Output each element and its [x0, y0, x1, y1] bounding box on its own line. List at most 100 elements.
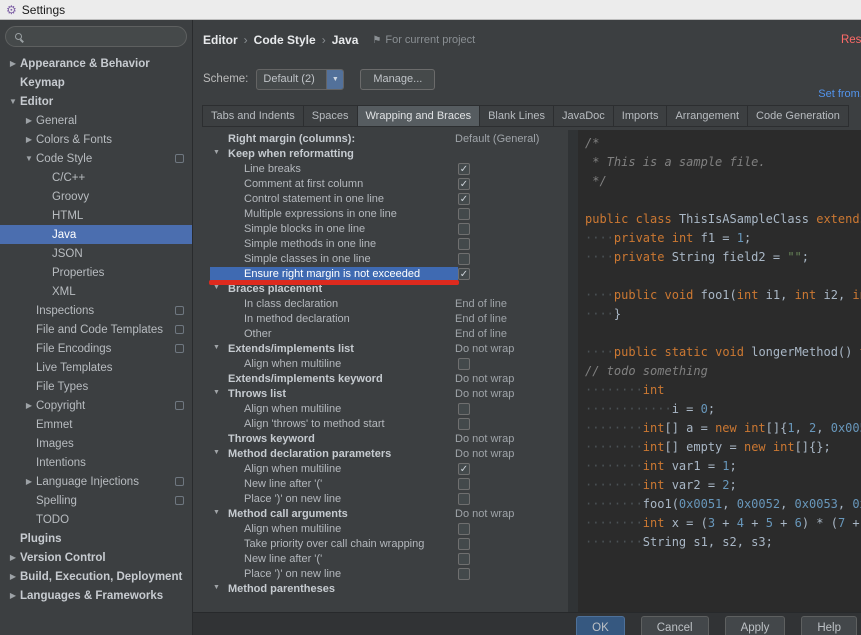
setting-row-other[interactable]: OtherEnd of line — [193, 327, 578, 342]
chevron-right-icon[interactable]: ▶ — [22, 477, 36, 486]
checkbox-new-line-after[interactable] — [458, 478, 470, 490]
checkbox-take-priority-over-call-chain-wrapping[interactable] — [458, 538, 470, 550]
manage-button[interactable]: Manage... — [360, 69, 435, 90]
setting-row-align-when-multiline[interactable]: Align when multiline — [193, 402, 578, 417]
chevron-down-icon[interactable]: ▼ — [326, 70, 343, 89]
setting-row-new-line-after[interactable]: New line after '(' — [193, 552, 578, 567]
sidebar-item-c-c[interactable]: C/C++ — [0, 168, 192, 187]
setting-row-simple-blocks-in-one-line[interactable]: Simple blocks in one line — [193, 222, 578, 237]
chevron-down-icon[interactable]: ▼ — [213, 509, 220, 516]
chevron-down-icon[interactable]: ▼ — [22, 154, 36, 163]
setting-row-in-class-declaration[interactable]: In class declarationEnd of line — [193, 297, 578, 312]
value-throws-list[interactable]: Do not wrap — [455, 388, 514, 400]
ok-button[interactable]: OK — [576, 616, 625, 635]
sidebar-item-build-execution-deployment[interactable]: ▶Build, Execution, Deployment — [0, 567, 192, 586]
checkbox-align-throws-to-method-start[interactable] — [458, 418, 470, 430]
tab-blank-lines[interactable]: Blank Lines — [479, 105, 554, 127]
setting-row-simple-methods-in-one-line[interactable]: Simple methods in one line — [193, 237, 578, 252]
setting-row-right-margin-columns[interactable]: Right margin (columns):Default (General) — [193, 132, 578, 147]
sidebar-item-plugins[interactable]: Plugins — [0, 529, 192, 548]
checkbox-place-on-new-line[interactable] — [458, 568, 470, 580]
sidebar-item-emmet[interactable]: Emmet — [0, 415, 192, 434]
tab-wrapping-and-braces[interactable]: Wrapping and Braces — [357, 105, 481, 127]
sidebar-item-intentions[interactable]: Intentions — [0, 453, 192, 472]
setting-row-align-when-multiline[interactable]: Align when multiline — [193, 357, 578, 372]
help-button[interactable]: Help — [801, 616, 857, 635]
setting-row-place-on-new-line[interactable]: Place ')' on new line — [193, 567, 578, 582]
chevron-right-icon[interactable]: ▶ — [22, 116, 36, 125]
setting-row-control-statement-in-one-line[interactable]: Control statement in one line✓ — [193, 192, 578, 207]
chevron-down-icon[interactable]: ▼ — [213, 149, 220, 156]
sidebar-item-code-style[interactable]: ▼Code Style — [0, 149, 192, 168]
checkbox-place-on-new-line[interactable] — [458, 493, 470, 505]
setting-row-new-line-after[interactable]: New line after '(' — [193, 477, 578, 492]
value-other[interactable]: End of line — [455, 328, 507, 340]
sidebar-item-copyright[interactable]: ▶Copyright — [0, 396, 192, 415]
checkbox-line-breaks[interactable]: ✓ — [458, 163, 470, 175]
chevron-right-icon[interactable]: ▶ — [6, 553, 20, 562]
chevron-right-icon[interactable]: ▶ — [22, 135, 36, 144]
tab-imports[interactable]: Imports — [613, 105, 668, 127]
value-method-call-arguments[interactable]: Do not wrap — [455, 508, 514, 520]
sidebar-item-file-and-code-templates[interactable]: File and Code Templates — [0, 320, 192, 339]
scheme-dropdown[interactable]: Default (2) ▼ — [256, 69, 344, 90]
setting-row-method-call-arguments[interactable]: ▼Method call argumentsDo not wrap — [193, 507, 578, 522]
chevron-down-icon[interactable]: ▼ — [213, 284, 220, 291]
setting-row-align-when-multiline[interactable]: Align when multiline✓ — [193, 462, 578, 477]
sidebar-item-groovy[interactable]: Groovy — [0, 187, 192, 206]
search-input[interactable] — [28, 30, 177, 44]
setting-row-multiple-expressions-in-one-line[interactable]: Multiple expressions in one line — [193, 207, 578, 222]
checkbox-align-when-multiline[interactable] — [458, 358, 470, 370]
sidebar-item-language-injections[interactable]: ▶Language Injections — [0, 472, 192, 491]
value-in-method-declaration[interactable]: End of line — [455, 313, 507, 325]
sidebar-item-languages-frameworks[interactable]: ▶Languages & Frameworks — [0, 586, 192, 605]
setting-row-comment-at-first-column[interactable]: Comment at first column✓ — [193, 177, 578, 192]
chevron-right-icon[interactable]: ▶ — [6, 59, 20, 68]
setting-row-extends-implements-keyword[interactable]: Extends/implements keywordDo not wrap — [193, 372, 578, 387]
sidebar-item-file-types[interactable]: File Types — [0, 377, 192, 396]
chevron-down-icon[interactable]: ▼ — [213, 389, 220, 396]
checkbox-new-line-after[interactable] — [458, 553, 470, 565]
value-right-margin-columns[interactable]: Default (General) — [455, 133, 539, 145]
setting-row-throws-list[interactable]: ▼Throws listDo not wrap — [193, 387, 578, 402]
setting-row-align-when-multiline[interactable]: Align when multiline — [193, 522, 578, 537]
sidebar-item-spelling[interactable]: Spelling — [0, 491, 192, 510]
sidebar-item-live-templates[interactable]: Live Templates — [0, 358, 192, 377]
checkbox-comment-at-first-column[interactable]: ✓ — [458, 178, 470, 190]
checkbox-simple-methods-in-one-line[interactable] — [458, 238, 470, 250]
chevron-right-icon[interactable]: ▶ — [6, 591, 20, 600]
setting-row-throws-keyword[interactable]: Throws keywordDo not wrap — [193, 432, 578, 447]
cancel-button[interactable]: Cancel — [641, 616, 709, 635]
tab-code-generation[interactable]: Code Generation — [747, 105, 849, 127]
checkbox-control-statement-in-one-line[interactable]: ✓ — [458, 193, 470, 205]
tab-javadoc[interactable]: JavaDoc — [553, 105, 614, 127]
sidebar-item-xml[interactable]: XML — [0, 282, 192, 301]
setting-row-method-parentheses[interactable]: ▼Method parentheses — [193, 582, 578, 597]
setting-row-take-priority-over-call-chain-wrapping[interactable]: Take priority over call chain wrapping — [193, 537, 578, 552]
checkbox-multiple-expressions-in-one-line[interactable] — [458, 208, 470, 220]
value-in-class-declaration[interactable]: End of line — [455, 298, 507, 310]
sidebar-item-file-encodings[interactable]: File Encodings — [0, 339, 192, 358]
sidebar-item-properties[interactable]: Properties — [0, 263, 192, 282]
checkbox-simple-blocks-in-one-line[interactable] — [458, 223, 470, 235]
tab-tabs-and-indents[interactable]: Tabs and Indents — [202, 105, 304, 127]
sidebar-item-keymap[interactable]: Keymap — [0, 73, 192, 92]
setting-row-line-breaks[interactable]: Line breaks✓ — [193, 162, 578, 177]
chevron-right-icon[interactable]: ▶ — [6, 572, 20, 581]
setting-row-keep-when-reformatting[interactable]: ▼Keep when reformatting — [193, 147, 578, 162]
checkbox-align-when-multiline[interactable]: ✓ — [458, 463, 470, 475]
checkbox-simple-classes-in-one-line[interactable] — [458, 253, 470, 265]
setting-row-extends-implements-list[interactable]: ▼Extends/implements listDo not wrap — [193, 342, 578, 357]
titlebar[interactable]: ⚙ Settings — [0, 0, 861, 20]
breadcrumb-code-style[interactable]: Code Style — [254, 33, 316, 47]
sidebar-item-json[interactable]: JSON — [0, 244, 192, 263]
settings-search-box[interactable] — [5, 26, 187, 47]
sidebar-item-html[interactable]: HTML — [0, 206, 192, 225]
chevron-down-icon[interactable]: ▼ — [213, 584, 220, 591]
checkbox-ensure-right-margin-is-not-exceeded[interactable]: ✓ — [458, 268, 470, 280]
breadcrumb-java[interactable]: Java — [332, 33, 359, 47]
settings-scrollbar[interactable] — [568, 130, 578, 612]
setting-row-in-method-declaration[interactable]: In method declarationEnd of line — [193, 312, 578, 327]
value-extends-implements-keyword[interactable]: Do not wrap — [455, 373, 514, 385]
sidebar-item-todo[interactable]: TODO — [0, 510, 192, 529]
